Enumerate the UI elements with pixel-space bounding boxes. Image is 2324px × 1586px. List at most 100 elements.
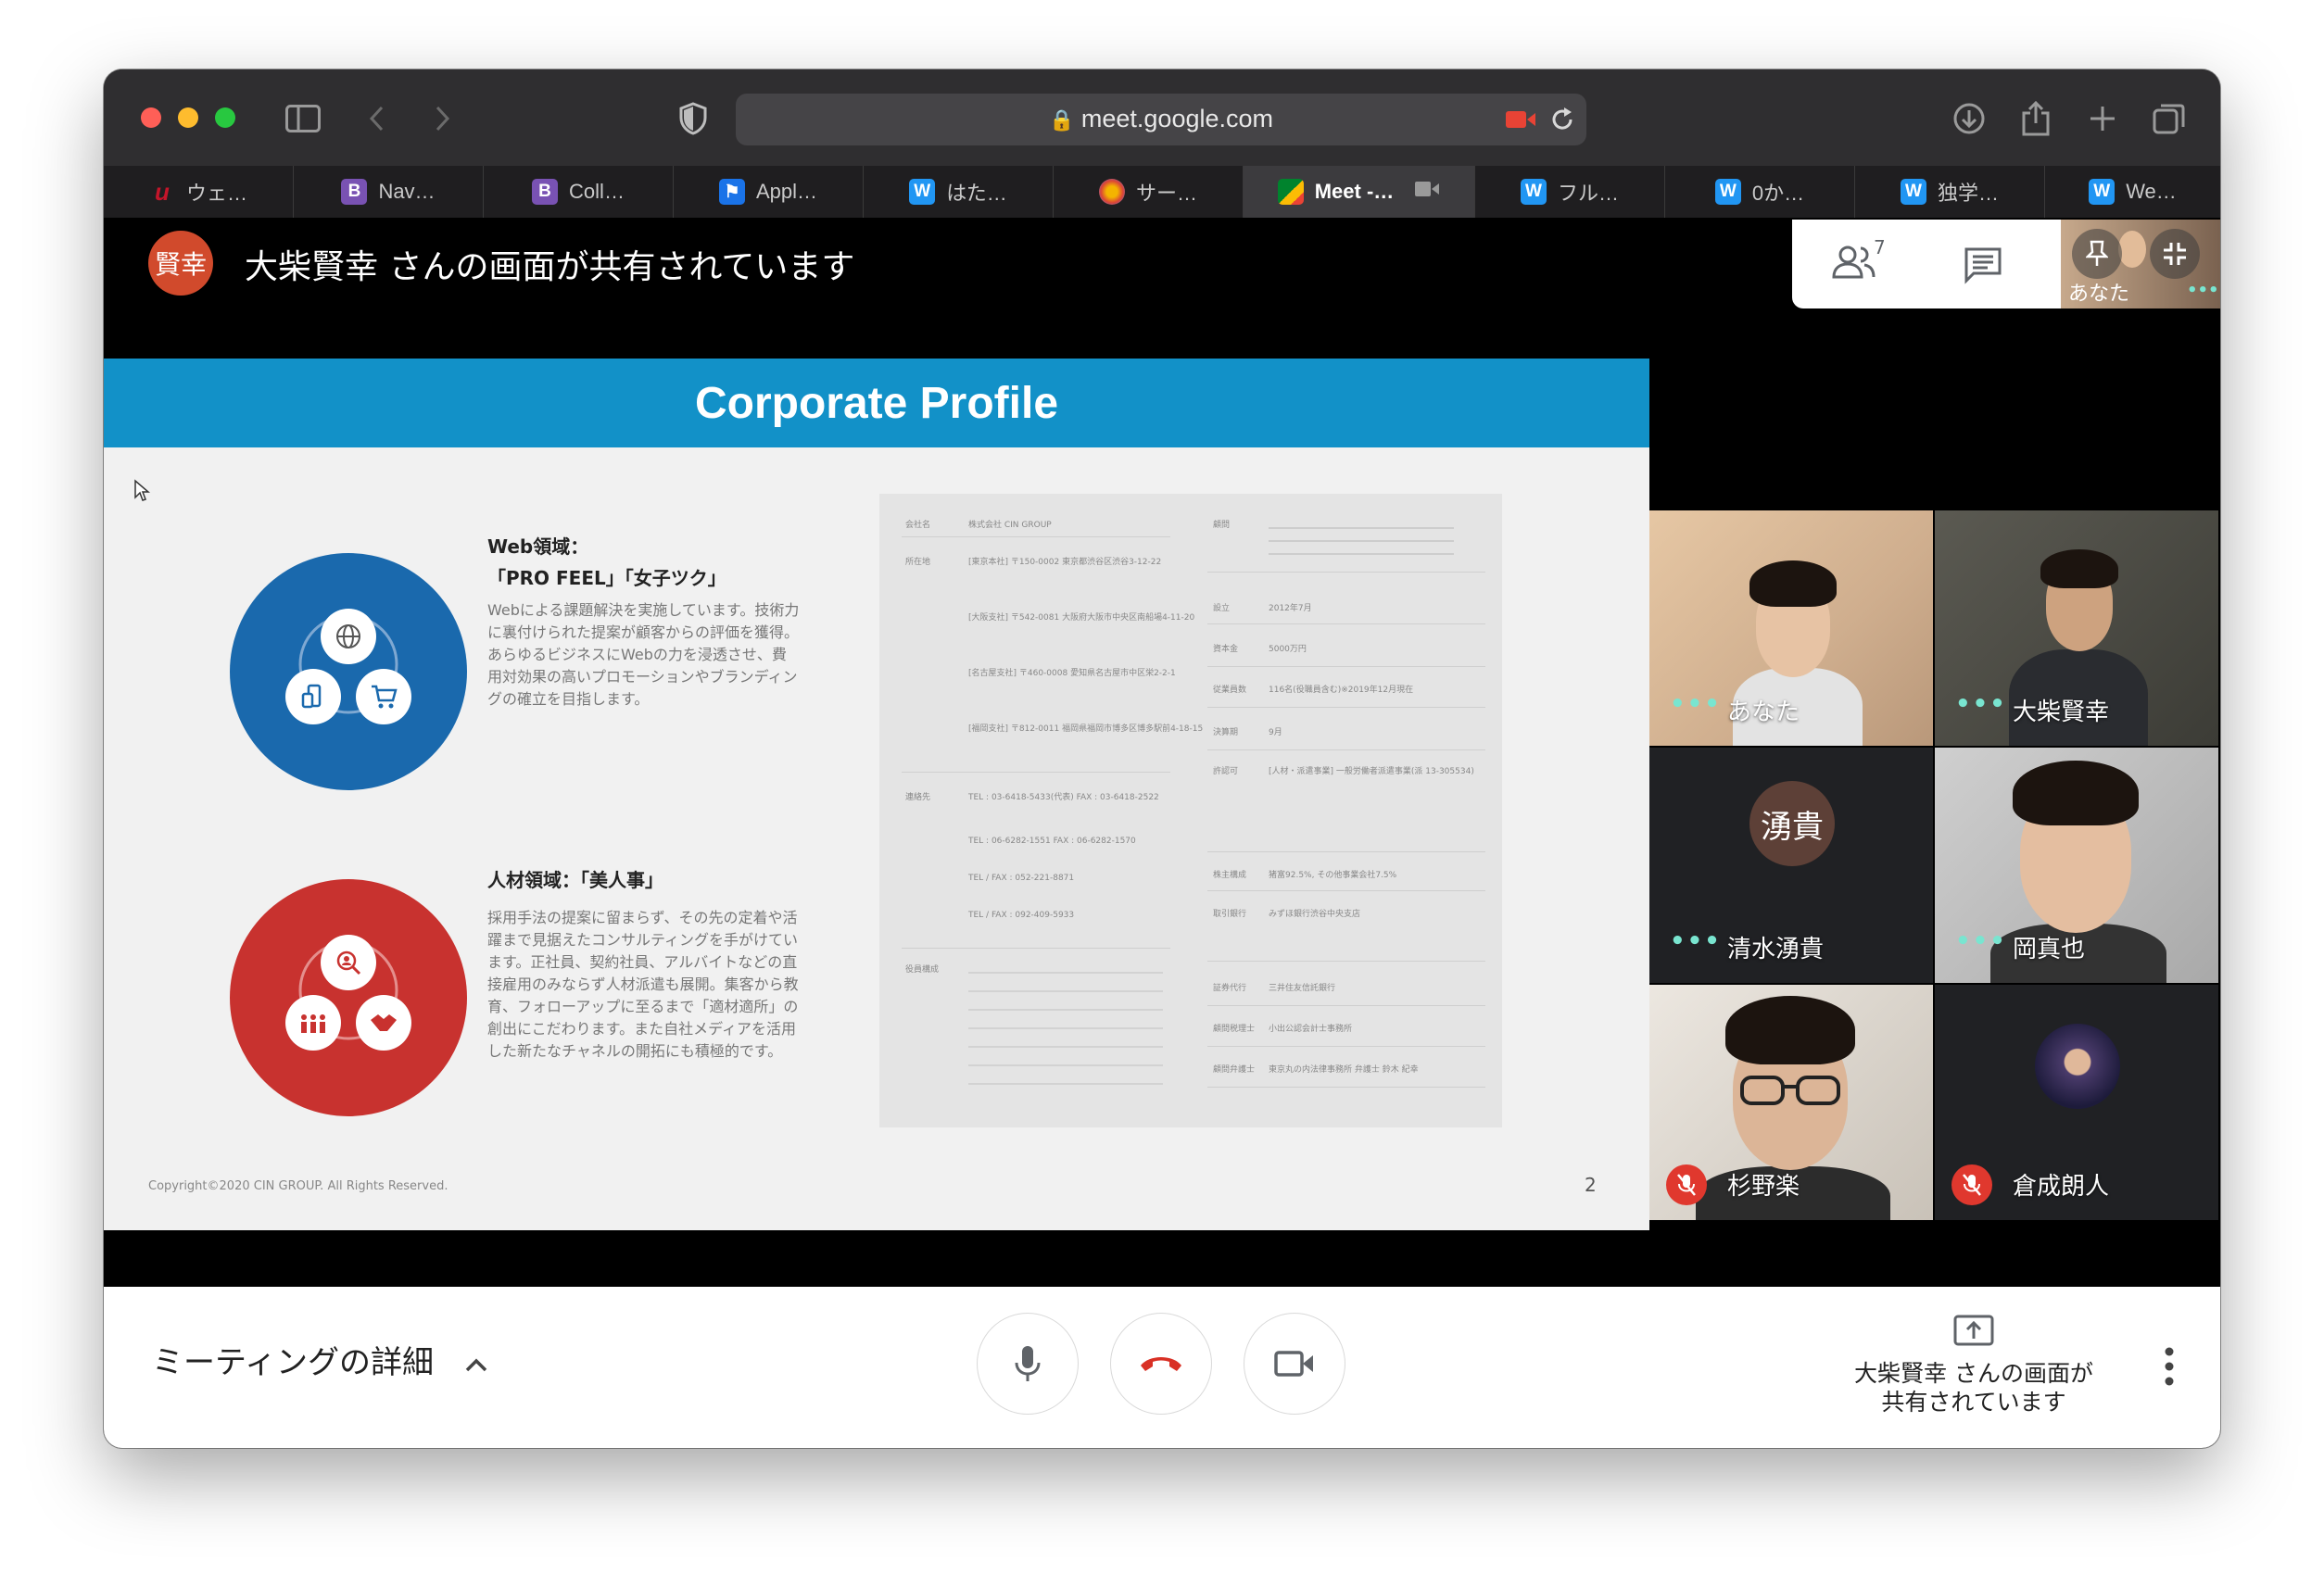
- participant-tile[interactable]: 湧貴 ••• 清水湧貴: [1649, 748, 1933, 983]
- participant-tile[interactable]: ••• あなた: [1649, 510, 1933, 746]
- participant-tile[interactable]: ••• 大柴賢幸: [1935, 510, 2218, 746]
- doc-label: 資本金: [1213, 645, 1239, 654]
- zoom-window-button[interactable]: [215, 107, 235, 128]
- w-icon: W: [1900, 179, 1926, 205]
- web-domain-graphic: [230, 553, 467, 790]
- doc-rule: [1207, 623, 1485, 624]
- presentation-status-label: 大柴賢幸 さんの画面が 共有されています: [1835, 1359, 2113, 1416]
- advisor-list: [1269, 518, 1454, 555]
- meeting-controls-bar: ミーティングの詳細 大柴賢幸 さんの画面が 共有されています: [104, 1287, 2220, 1448]
- more-dots-icon[interactable]: •••: [1670, 690, 1722, 718]
- participant-tile[interactable]: ••• 岡真也: [1935, 748, 2218, 983]
- browser-toolbar: 🔒 meet.google.com: [104, 69, 2220, 167]
- connector-lines: [298, 940, 398, 1040]
- downloads-icon[interactable]: [1948, 97, 1990, 140]
- doc-value: 東京丸の内法律事務所 弁護士 鈴木 紀幸: [1269, 1065, 1419, 1075]
- presentation-status-button[interactable]: 大柴賢幸 さんの画面が 共有されています: [1835, 1307, 2113, 1437]
- tab-label: Appl…: [755, 180, 818, 203]
- camera-button[interactable]: [1244, 1313, 1345, 1415]
- forward-icon[interactable]: [421, 97, 463, 140]
- meeting-details-button[interactable]: ミーティングの詳細: [152, 1337, 488, 1382]
- participant-count: 7: [1874, 236, 1886, 258]
- connector-lines: [298, 614, 398, 714]
- tab-label: 0か…: [1751, 182, 1805, 205]
- tab-2[interactable]: B Nav…: [294, 166, 484, 218]
- handshake-icon: [356, 995, 411, 1051]
- doc-label: 取引銀行: [1213, 910, 1247, 919]
- doc-rule: [1207, 890, 1485, 891]
- doc-value: [人材・派遣事業] 一般労働者派遣事業(派 13-305534): [1269, 767, 1474, 776]
- doc-value: [名古屋支社] 〒460-0008 愛知県名古屋市中区栄2-2-1: [968, 669, 1176, 678]
- camera-in-use-icon[interactable]: [1505, 108, 1536, 134]
- url-text: 🔒 meet.google.com: [736, 105, 1586, 133]
- tab-5[interactable]: W はた…: [864, 166, 1054, 218]
- lock-icon: 🔒: [1048, 108, 1075, 132]
- doc-value: 株式会社 CIN GROUP: [968, 521, 1052, 530]
- tab-label: We…: [2126, 180, 2177, 203]
- back-icon[interactable]: [356, 97, 398, 140]
- participant-hair: [2040, 549, 2118, 588]
- tab-11[interactable]: W We…: [2045, 166, 2220, 218]
- more-options-button[interactable]: [2155, 1346, 2183, 1387]
- tab-10[interactable]: W 独学…: [1855, 166, 2045, 218]
- doc-rule: [1207, 1005, 1485, 1006]
- present-screen-icon: [1953, 1315, 1994, 1352]
- self-view-label: あなた: [2068, 283, 2130, 306]
- minimize-window-button[interactable]: [178, 107, 198, 128]
- mic-off-icon: [1666, 1164, 1707, 1205]
- chat-button[interactable]: [1963, 245, 2003, 288]
- tab-meet[interactable]: Meet -…: [1244, 166, 1475, 218]
- more-vert-icon: [2165, 1347, 2174, 1386]
- more-dots-icon: •••: [2187, 281, 2219, 300]
- tab-8[interactable]: W フル…: [1475, 166, 1665, 218]
- fullscreen-exit-button[interactable]: [2150, 229, 2200, 279]
- chevron-up-icon: [464, 1344, 488, 1381]
- web-heading-line1: Web領域：: [487, 535, 589, 558]
- tab-6[interactable]: サー…: [1054, 166, 1244, 218]
- participant-name: あなた: [1727, 699, 1800, 726]
- flag-icon: ⚑: [718, 179, 745, 205]
- meeting-details-label: ミーティングの詳細: [152, 1344, 434, 1381]
- tab-overview-icon[interactable]: [2148, 97, 2191, 140]
- tab-1[interactable]: u ウェ…: [104, 166, 294, 218]
- tab-4[interactable]: ⚑ Appl…: [674, 166, 864, 218]
- participant-name: 大柴賢幸: [2013, 699, 2110, 726]
- participant-tile[interactable]: 倉成朗人: [1935, 985, 2218, 1220]
- doc-label: 決算期: [1213, 728, 1239, 737]
- new-tab-icon[interactable]: [2081, 97, 2124, 140]
- tab-label: ウェ…: [185, 182, 247, 205]
- doc-label: 設立: [1213, 604, 1231, 613]
- more-dots-icon[interactable]: •••: [1670, 927, 1722, 955]
- doc-rule: [1207, 749, 1485, 750]
- more-dots-icon[interactable]: •••: [1955, 690, 2007, 718]
- reload-icon[interactable]: [1549, 107, 1575, 136]
- doc-value: TEL : 03-6418-5433(代表) FAX : 03-6418-252…: [968, 793, 1159, 802]
- tab-9[interactable]: W 0か…: [1665, 166, 1855, 218]
- doc-value: みずほ銀行渋谷中央支店: [1269, 910, 1361, 919]
- self-face: [2118, 231, 2146, 268]
- sidebar-toggle-icon[interactable]: [282, 97, 324, 140]
- privacy-shield-icon[interactable]: [672, 97, 714, 140]
- people-button[interactable]: 7: [1831, 236, 1896, 290]
- chat-icon: [1964, 247, 2002, 284]
- participant-name: 清水湧貴: [1727, 936, 1825, 963]
- tab-3[interactable]: B Coll…: [484, 166, 674, 218]
- close-window-button[interactable]: [141, 107, 161, 128]
- slide-title: Corporate Profile: [104, 359, 1649, 447]
- doc-value: 5000万円: [1269, 645, 1307, 654]
- web-heading-line2: 「PRO FEEL」「女子ツク」: [487, 567, 726, 589]
- doc-rule: [902, 536, 1170, 537]
- doc-rule: [1207, 851, 1485, 852]
- participant-avatar: 湧貴: [1749, 781, 1835, 866]
- leave-call-button[interactable]: [1110, 1313, 1212, 1415]
- more-dots-icon[interactable]: •••: [1955, 927, 2007, 955]
- share-icon[interactable]: [2015, 97, 2057, 140]
- participant-tile[interactable]: 杉野楽: [1649, 985, 1933, 1220]
- doc-label: 会社名: [905, 521, 931, 530]
- pin-button[interactable]: [2072, 229, 2122, 279]
- pin-icon: [2086, 240, 2108, 266]
- microphone-button[interactable]: [977, 1313, 1079, 1415]
- self-view-thumbnail[interactable]: あなた •••: [2061, 220, 2220, 308]
- address-bar[interactable]: 🔒 meet.google.com: [736, 94, 1586, 145]
- colorful-icon: [1098, 179, 1125, 205]
